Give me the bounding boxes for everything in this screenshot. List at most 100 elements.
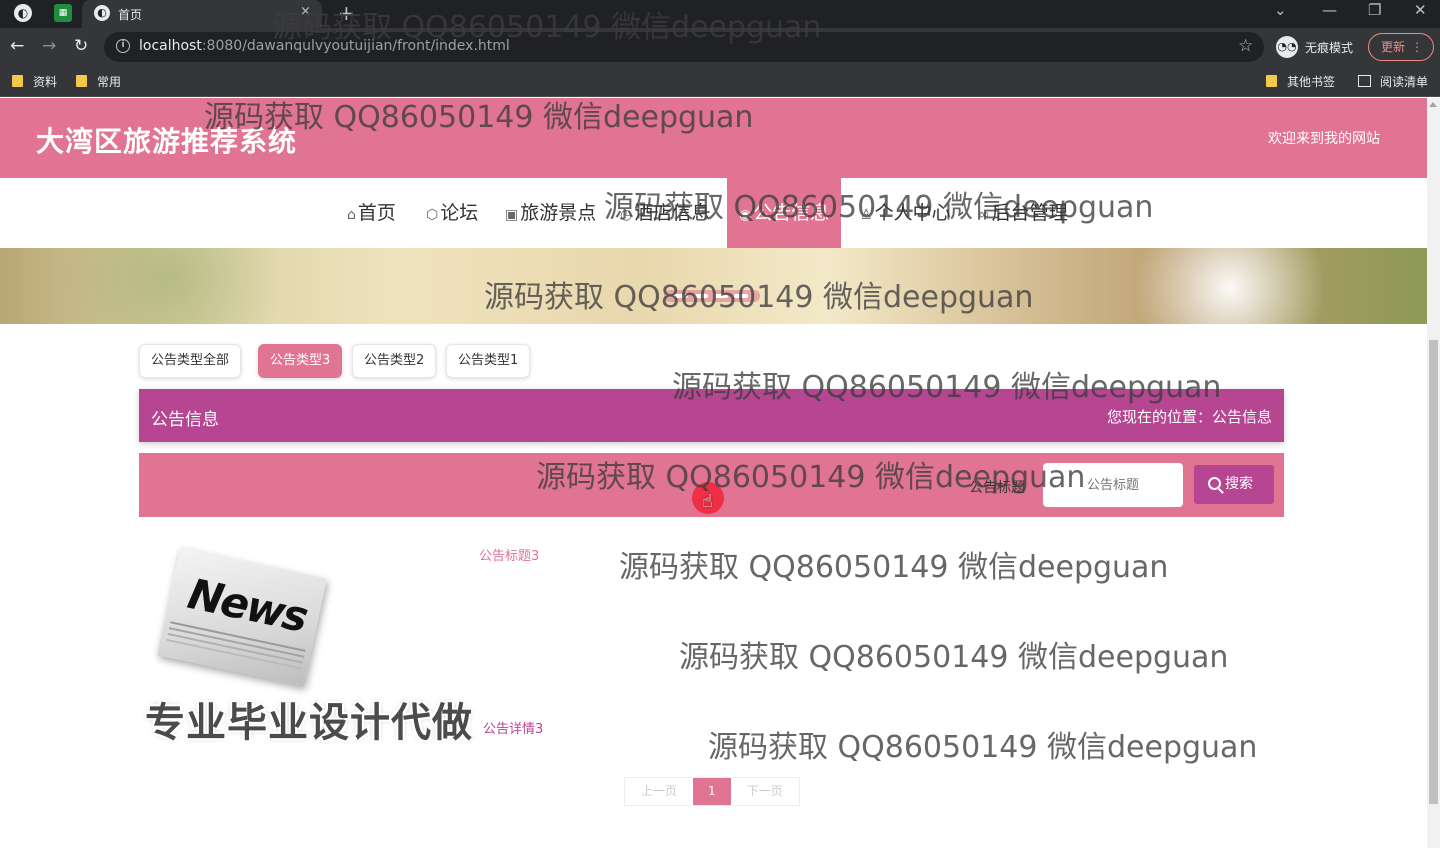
announcement-detail[interactable]: 公告详情3: [483, 718, 543, 737]
pagination: 上一页 1 下一页: [624, 777, 800, 806]
prev-page-button[interactable]: 上一页: [625, 778, 694, 805]
carousel-dot[interactable]: [674, 294, 688, 298]
incognito-icon[interactable]: ◔◔: [1276, 36, 1298, 58]
search-button[interactable]: 搜索: [1194, 465, 1274, 504]
address-bar[interactable]: i localhost:8080/dawanqulvyoutuijian/fro…: [104, 32, 1264, 62]
bookmark-label: 常用: [97, 75, 122, 89]
tab-favicon-icon: ◐: [94, 5, 110, 21]
carousel-dot[interactable]: [734, 294, 748, 298]
spreadsheet-tab-icon[interactable]: ▦: [54, 4, 72, 22]
main-nav: ⌂ 首页 ⬡ 论坛 ▣ 旅游景点 ◷ 酒店信息 ◉ 公告信息 ♙ 个人中心 ∞ 后台管理: [0, 178, 1427, 248]
clock-icon: ◷: [620, 207, 633, 223]
nav-home[interactable]: ⌂ 首页: [347, 178, 396, 248]
nav-label: 论坛: [440, 202, 479, 224]
nav-profile[interactable]: ♙ 个人中心: [860, 178, 951, 248]
filter-type-1[interactable]: 公告类型1: [446, 344, 531, 378]
bookmark-label: 其他书签: [1287, 75, 1336, 89]
filter-type-2[interactable]: 公告类型2: [352, 344, 437, 378]
restore-icon[interactable]: ❐: [1368, 1, 1381, 19]
browser-globe-icon[interactable]: ◐: [14, 4, 32, 22]
more-menu-icon[interactable]: ⋮: [1411, 34, 1423, 60]
bookmarks-bar: 资料 常用 其他书签 阅读清单: [0, 66, 1440, 97]
bookmark-star-icon[interactable]: ☆: [1238, 36, 1253, 56]
window-close-icon[interactable]: ✕: [1414, 1, 1427, 19]
section-title: 公告信息: [151, 410, 219, 430]
bookmark-label: 资料: [33, 75, 58, 89]
search-button-label: 搜索: [1225, 476, 1253, 492]
next-page-button[interactable]: 下一页: [730, 778, 799, 805]
forward-icon[interactable]: →: [42, 36, 56, 56]
tab-search-chevron-icon[interactable]: ⌄: [1274, 1, 1287, 19]
nav-label: 后台管理: [991, 202, 1068, 224]
section-title-bar: 公告信息 您现在的位置：公告信息: [139, 389, 1284, 442]
globe-icon: ◉: [739, 207, 752, 223]
filter-all-types[interactable]: 公告类型全部: [139, 344, 242, 378]
current-page[interactable]: 1: [693, 778, 731, 805]
browser-tab-bar: ◐ ▦ ◐ 首页 × + ⌄ — ❐ ✕: [0, 0, 1440, 28]
scrollbar-thumb[interactable]: [1429, 340, 1438, 804]
page-scrollbar[interactable]: [1427, 98, 1440, 848]
search-icon: [1208, 477, 1221, 490]
bookmark-folder-ziliao[interactable]: 资料: [12, 73, 57, 90]
reading-list-button[interactable]: 阅读清单: [1358, 73, 1428, 90]
cube-icon: ⬡: [426, 207, 439, 223]
web-page: 大湾区旅游推荐系统 欢迎来到我的网站 ⌂ 首页 ⬡ 论坛 ▣ 旅游景点 ◷ 酒店信息 ◉…: [0, 98, 1427, 848]
tab-title: 首页: [118, 8, 143, 22]
browser-toolbar: ← → ↻ i localhost:8080/dawanqulvyoutuiji…: [0, 28, 1440, 66]
tab-close-icon[interactable]: ×: [300, 4, 311, 19]
nav-label: 首页: [357, 202, 396, 224]
url-path: :8080/dawanqulvyoutuijian/front/index.ht…: [201, 38, 510, 54]
back-icon[interactable]: ←: [10, 36, 24, 56]
filter-type-3[interactable]: 公告类型3: [258, 344, 343, 378]
site-info-icon[interactable]: i: [116, 39, 130, 53]
reload-icon[interactable]: ↻: [74, 36, 88, 56]
site-title: 大湾区旅游推荐系统: [36, 125, 298, 158]
search-input[interactable]: [1043, 463, 1183, 507]
announcement-card[interactable]: News 公告标题3 公告详情3 专业毕业设计代做: [139, 540, 559, 750]
folder-icon: [76, 75, 87, 87]
announcement-title[interactable]: 公告标题3: [479, 545, 539, 564]
nav-admin[interactable]: ∞ 后台管理: [978, 178, 1068, 248]
banner-carousel[interactable]: [0, 248, 1427, 324]
bookmark-folder-other[interactable]: 其他书签: [1266, 73, 1335, 90]
breadcrumb: 您现在的位置：公告信息: [1106, 408, 1272, 426]
bookmark-folder-changyong[interactable]: 常用: [76, 73, 121, 90]
nav-label: 个人中心: [874, 202, 951, 224]
carousel-indicators[interactable]: [664, 290, 760, 302]
nav-forum[interactable]: ⬡ 论坛: [426, 178, 478, 248]
active-tab[interactable]: ◐ 首页 ×: [82, 0, 322, 28]
minimize-icon[interactable]: —: [1322, 1, 1337, 19]
nav-label: 公告信息: [753, 202, 830, 224]
nav-label: 旅游景点: [520, 202, 597, 224]
promo-overlay-text: 专业毕业设计代做: [145, 700, 473, 746]
scroll-up-arrow-icon[interactable]: [1429, 102, 1437, 107]
banner-decoration: [20, 248, 320, 324]
nav-announcements[interactable]: ◉ 公告信息: [727, 178, 842, 248]
news-thumbnail[interactable]: News: [157, 547, 327, 687]
carousel-dot[interactable]: [714, 294, 728, 298]
gift-icon: ▣: [505, 207, 519, 223]
reading-list-icon: [1358, 75, 1371, 87]
site-header: 大湾区旅游推荐系统 欢迎来到我的网站: [0, 98, 1427, 178]
update-label: 更新: [1381, 40, 1406, 54]
incognito-label: 无痕模式: [1305, 41, 1354, 55]
hand-cursor-icon: ☝: [702, 491, 713, 512]
nav-label: 酒店信息: [634, 202, 711, 224]
search-label: 公告标题: [969, 480, 1025, 496]
site-welcome: 欢迎来到我的网站: [1268, 131, 1380, 147]
folder-icon: [1266, 75, 1277, 87]
home-icon: ⌂: [347, 207, 356, 223]
news-image-word: News: [183, 568, 311, 642]
user-icon: ♙: [860, 207, 873, 223]
new-tab-icon[interactable]: +: [338, 1, 355, 25]
nav-attractions[interactable]: ▣ 旅游景点: [505, 178, 596, 248]
nav-hotels[interactable]: ◷ 酒店信息: [620, 178, 710, 248]
url-host: localhost: [139, 38, 202, 54]
url-text[interactable]: localhost:8080/dawanqulvyoutuijian/front…: [139, 38, 510, 54]
link-icon: ∞: [978, 207, 990, 223]
folder-icon: [12, 75, 23, 87]
carousel-dot[interactable]: [694, 294, 708, 298]
update-button[interactable]: 更新 ⋮: [1368, 33, 1434, 61]
banner-decoration: [1120, 248, 1340, 324]
bookmark-label: 阅读清单: [1380, 75, 1429, 89]
